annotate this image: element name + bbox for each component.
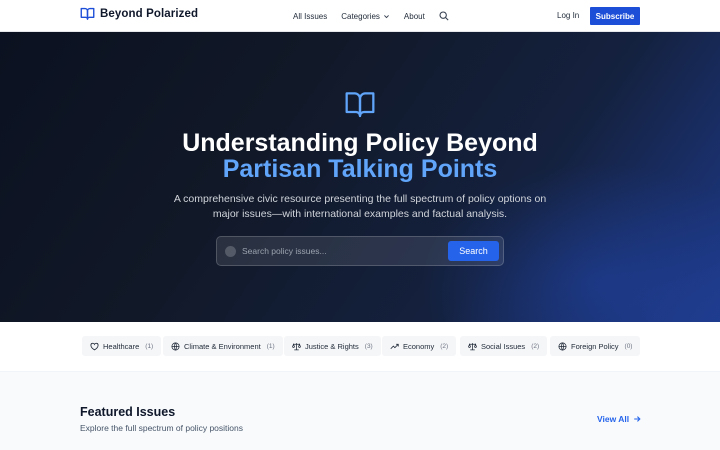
category-label: Economy: [403, 341, 435, 351]
heart-icon: [90, 342, 99, 350]
category-count: (1): [266, 342, 275, 350]
nav-links: All Issues Categories About: [293, 0, 449, 32]
nav-about[interactable]: About: [404, 12, 425, 21]
category-chip-economy[interactable]: Economy (2): [382, 336, 457, 356]
category-count: (0): [624, 342, 633, 350]
category-label: Foreign Policy: [571, 341, 619, 351]
view-all-link[interactable]: View All: [597, 414, 641, 424]
category-chip-social[interactable]: Social Issues (2): [460, 336, 548, 356]
brand-name: Beyond Polarized: [100, 7, 199, 20]
brand-logo-link[interactable]: Beyond Polarized: [80, 7, 198, 20]
subscribe-button[interactable]: Subscribe: [590, 7, 640, 25]
category-count: (2): [440, 342, 449, 350]
category-label: Healthcare: [103, 341, 140, 351]
chevron-down-icon: [383, 14, 389, 18]
hero-search-bar: Search: [216, 236, 504, 266]
category-label: Climate & Environment: [184, 341, 261, 351]
hero-title-highlight: Partisan Talking Points: [222, 155, 498, 183]
category-chip-healthcare[interactable]: Healthcare (1): [82, 336, 162, 356]
category-count: (3): [364, 342, 373, 350]
scale-icon: [292, 342, 301, 350]
hero-section: Understanding Policy Beyond Partisan Tal…: [0, 32, 720, 322]
search-icon: [225, 245, 236, 257]
category-bar: Healthcare (1) Climate & Environment (1)…: [0, 322, 720, 372]
category-chip-justice[interactable]: Justice & Rights (3): [284, 336, 381, 356]
arrow-right-icon: [634, 416, 641, 422]
category-count: (2): [531, 342, 540, 350]
category-chip-foreign-policy[interactable]: Foreign Policy (0): [550, 336, 641, 356]
featured-subtitle: Explore the full spectrum of policy posi…: [80, 423, 243, 433]
hero-subtitle: A comprehensive civic resource presentin…: [173, 193, 547, 220]
globe-icon: [171, 342, 180, 350]
search-button[interactable]: Search: [448, 241, 499, 261]
trending-up-icon: [390, 343, 399, 349]
scale-icon: [468, 342, 477, 350]
globe-icon: [558, 342, 567, 350]
category-label: Social Issues: [481, 341, 526, 351]
hero-title: Understanding Policy Beyond Partisan Tal…: [0, 130, 720, 182]
category-label: Justice & Rights: [305, 341, 359, 351]
nav-categories[interactable]: Categories: [341, 12, 390, 21]
hero-title-line1: Understanding Policy Beyond: [182, 129, 538, 157]
category-count: (1): [145, 342, 154, 350]
nav-all-issues[interactable]: All Issues: [293, 12, 327, 21]
nav-search-button[interactable]: [439, 11, 449, 21]
nav-categories-label: Categories: [341, 11, 380, 21]
search-icon: [439, 11, 449, 21]
open-book-icon: [345, 92, 375, 118]
featured-title: Featured Issues: [80, 405, 176, 419]
login-link[interactable]: Log In: [557, 11, 579, 20]
view-all-label: View All: [597, 414, 630, 424]
top-nav: Beyond Polarized All Issues Categories A…: [0, 0, 720, 32]
search-input[interactable]: [242, 246, 448, 256]
featured-section: Featured Issues Explore the full spectru…: [0, 372, 720, 450]
category-chip-climate[interactable]: Climate & Environment (1): [163, 336, 283, 356]
open-book-icon: [80, 7, 95, 20]
